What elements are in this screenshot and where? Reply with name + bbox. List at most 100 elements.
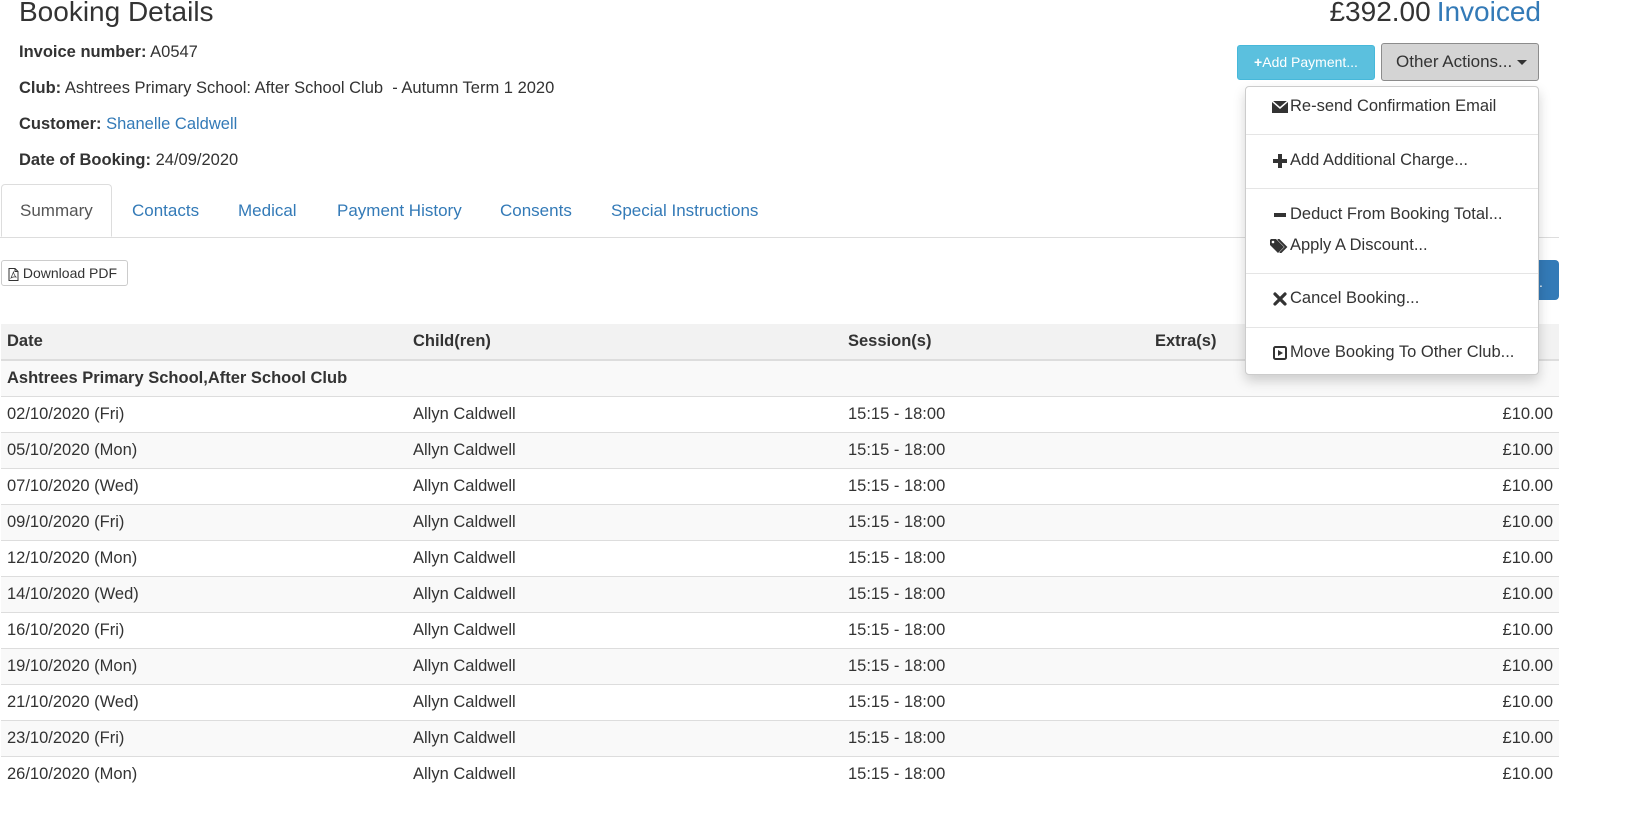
tags-icon xyxy=(1270,236,1290,255)
menu-item-move-booking[interactable]: Move Booking To Other Club... xyxy=(1270,343,1514,362)
caret-down-icon xyxy=(1517,60,1528,66)
pdf-file-icon xyxy=(8,265,19,281)
menu-item-add-additional-charge[interactable]: Add Additional Charge... xyxy=(1270,151,1468,170)
club-value: Ashtrees Primary School: After School Cl… xyxy=(64,79,555,97)
club-label: Club: xyxy=(19,79,62,97)
table-row: 05/10/2020 (Mon) Allyn Caldwell 15:15 - 18… xyxy=(1,432,1559,469)
menu-item-deduct-from-total[interactable]: Deduct From Booking Total... xyxy=(1270,205,1502,224)
menu-item-apply-discount[interactable]: Apply A Discount... xyxy=(1270,236,1428,255)
cell-price: £10.00 xyxy=(1149,720,1559,757)
cell-child: Allyn Caldwell xyxy=(407,756,842,792)
menu-divider xyxy=(1246,327,1538,328)
add-payment-label: Add Payment... xyxy=(1262,54,1358,70)
cell-child: Allyn Caldwell xyxy=(407,648,842,685)
cell-session: 15:15 - 18:00 xyxy=(842,612,1149,649)
customer-link[interactable]: Shanelle Caldwell xyxy=(106,115,237,133)
menu-divider xyxy=(1246,188,1538,189)
cell-child: Allyn Caldwell xyxy=(407,504,842,541)
plus-icon: + xyxy=(1254,54,1263,70)
cell-price: £10.00 xyxy=(1149,396,1559,433)
cell-price: £10.00 xyxy=(1149,468,1559,505)
x-icon xyxy=(1270,289,1290,308)
other-actions-dropdown-menu: Re-send Confirmation Email Add Additiona… xyxy=(1245,86,1539,375)
cell-session: 15:15 - 18:00 xyxy=(842,648,1149,685)
download-pdf-label: Download PDF xyxy=(22,265,118,281)
table-row: 12/10/2020 (Mon) Allyn Caldwell 15:15 - 18… xyxy=(1,540,1559,577)
menu-item-label: Move Booking To Other Club... xyxy=(1290,343,1515,361)
cell-session: 15:15 - 18:00 xyxy=(842,756,1149,792)
tab-medical[interactable]: Medical xyxy=(238,184,297,237)
cell-price: £10.00 xyxy=(1149,432,1559,469)
cell-date: 23/10/2020 (Fri) xyxy=(1,720,407,757)
date-of-booking-label: Date of Booking: xyxy=(19,151,151,169)
status-badge: Invoiced xyxy=(1436,0,1541,27)
table-row: 23/10/2020 (Fri) Allyn Caldwell 15:15 - 18… xyxy=(1,720,1559,757)
cell-date: 05/10/2020 (Mon) xyxy=(1,432,407,469)
tab-contacts[interactable]: Contacts xyxy=(132,184,199,237)
column-header-date: Date xyxy=(1,324,407,361)
booking-amount-status: £392.00 Invoiced xyxy=(1329,0,1541,28)
club-row: Club: Ashtrees Primary School: After Sch… xyxy=(19,79,554,98)
minus-icon xyxy=(1270,205,1290,224)
menu-item-label: Cancel Booking... xyxy=(1290,289,1420,307)
menu-divider xyxy=(1246,273,1538,274)
tab-payment-history[interactable]: Payment History xyxy=(337,184,462,237)
cell-child: Allyn Caldwell xyxy=(407,612,842,649)
table-row: 07/10/2020 (Wed) Allyn Caldwell 15:15 - 18… xyxy=(1,468,1559,505)
download-pdf-button[interactable]: Download PDF xyxy=(1,260,128,286)
cell-date: 14/10/2020 (Wed) xyxy=(1,576,407,613)
customer-label: Customer: xyxy=(19,115,102,133)
table-row: 16/10/2020 (Fri) Allyn Caldwell 15:15 - 18… xyxy=(1,612,1559,649)
cell-price: £10.00 xyxy=(1149,540,1559,577)
booking-sessions-table: Date Child(ren) Session(s) Extra(s) Asht… xyxy=(1,324,1559,792)
tab-consents[interactable]: Consents xyxy=(500,184,572,237)
cell-date: 16/10/2020 (Fri) xyxy=(1,612,407,649)
other-actions-button[interactable]: Other Actions... xyxy=(1381,43,1539,81)
cell-date: 09/10/2020 (Fri) xyxy=(1,504,407,541)
cell-date: 26/10/2020 (Mon) xyxy=(1,756,407,792)
cell-date: 21/10/2020 (Wed) xyxy=(1,684,407,721)
cell-price: £10.00 xyxy=(1149,684,1559,721)
tab-summary[interactable]: Summary xyxy=(1,184,112,237)
cell-child: Allyn Caldwell xyxy=(407,432,842,469)
cell-price: £10.00 xyxy=(1149,756,1559,792)
table-row: 19/10/2020 (Mon) Allyn Caldwell 15:15 - 18… xyxy=(1,648,1559,685)
cell-price: £10.00 xyxy=(1149,576,1559,613)
menu-divider xyxy=(1246,134,1538,135)
cell-session: 15:15 - 18:00 xyxy=(842,684,1149,721)
column-header-sessions: Session(s) xyxy=(842,324,1149,361)
cell-session: 15:15 - 18:00 xyxy=(842,468,1149,505)
booking-amount: £392.00 xyxy=(1329,0,1431,27)
customer-row: Customer: Shanelle Caldwell xyxy=(19,115,237,134)
menu-item-label: Re-send Confirmation Email xyxy=(1290,97,1497,115)
add-payment-button[interactable]: +Add Payment... xyxy=(1237,45,1375,80)
cell-child: Allyn Caldwell xyxy=(407,540,842,577)
page-title: Booking Details xyxy=(19,0,214,27)
cell-price: £10.00 xyxy=(1149,612,1559,649)
cell-price: £10.00 xyxy=(1149,648,1559,685)
tab-special-instructions[interactable]: Special Instructions xyxy=(611,184,758,237)
table-row: 02/10/2020 (Fri) Allyn Caldwell 15:15 - 18… xyxy=(1,396,1559,433)
other-actions-label: Other Actions... xyxy=(1396,52,1513,71)
play-square-icon xyxy=(1270,343,1290,362)
menu-item-label: Deduct From Booking Total... xyxy=(1290,205,1503,223)
cell-session: 15:15 - 18:00 xyxy=(842,576,1149,613)
cell-date: 19/10/2020 (Mon) xyxy=(1,648,407,685)
cell-child: Allyn Caldwell xyxy=(407,468,842,505)
column-header-children: Child(ren) xyxy=(407,324,842,361)
menu-item-cancel-booking[interactable]: Cancel Booking... xyxy=(1270,289,1419,308)
cell-session: 15:15 - 18:00 xyxy=(842,396,1149,433)
cell-session: 15:15 - 18:00 xyxy=(842,504,1149,541)
table-row: 21/10/2020 (Wed) Allyn Caldwell 15:15 - 18… xyxy=(1,684,1559,721)
cell-session: 15:15 - 18:00 xyxy=(842,540,1149,577)
cell-date: 02/10/2020 (Fri) xyxy=(1,396,407,433)
invoice-number-label: Invoice number: xyxy=(19,43,147,61)
table-row: 09/10/2020 (Fri) Allyn Caldwell 15:15 - 18… xyxy=(1,504,1559,541)
date-of-booking-row: Date of Booking: 24/09/2020 xyxy=(19,151,238,170)
menu-item-resend-confirmation[interactable]: Re-send Confirmation Email xyxy=(1270,97,1496,116)
cell-date: 07/10/2020 (Wed) xyxy=(1,468,407,505)
cell-session: 15:15 - 18:00 xyxy=(842,432,1149,469)
envelope-icon xyxy=(1270,97,1290,116)
cell-date: 12/10/2020 (Mon) xyxy=(1,540,407,577)
partially-hidden-button-glyph: . xyxy=(1539,274,1543,290)
